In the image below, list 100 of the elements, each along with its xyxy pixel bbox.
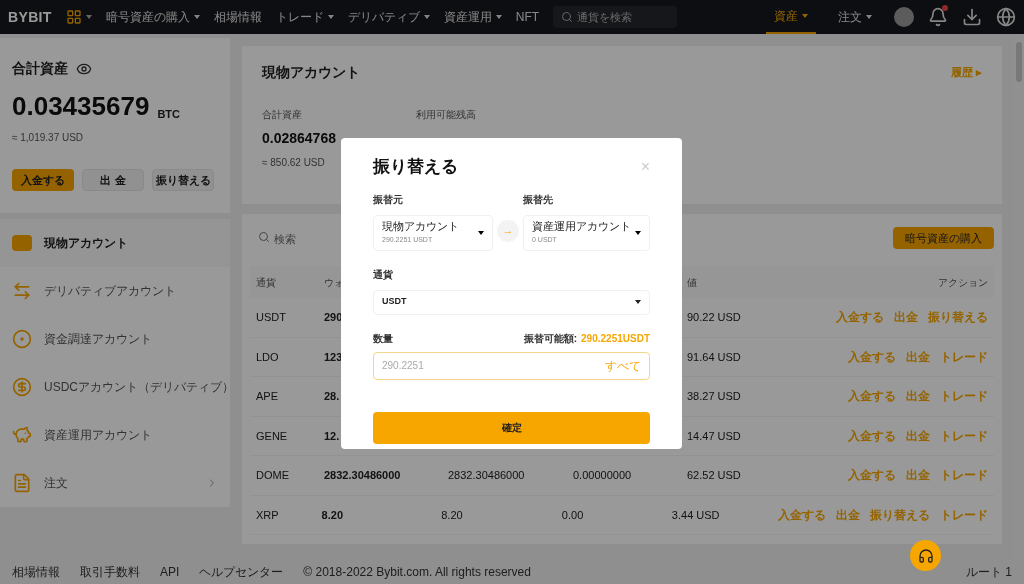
caret-icon xyxy=(85,15,92,19)
row-action-link[interactable]: 振り替える xyxy=(928,308,988,327)
sidebar-item[interactable]: 資金調達アカウント xyxy=(0,315,230,363)
sidebar-item[interactable]: 現物アカウント xyxy=(0,219,230,267)
document-icon xyxy=(12,473,32,493)
row-action-link[interactable]: 出金 xyxy=(906,347,930,366)
search-field[interactable]: 通貨を検索 xyxy=(553,6,678,28)
search-icon xyxy=(561,11,574,23)
logo[interactable]: BYBIT xyxy=(8,6,52,28)
nav-menu-item[interactable]: トレード xyxy=(275,8,334,26)
nav-menu-item[interactable]: 注文 xyxy=(830,0,880,34)
card-icon xyxy=(12,235,32,251)
buy-crypto-button[interactable]: 暗号資産の購入 xyxy=(893,227,994,249)
notification-bell-icon[interactable] xyxy=(928,7,948,27)
field-label: 振替元 xyxy=(373,192,404,207)
table-cell: 2832.30486000 xyxy=(448,469,525,481)
dollar-icon xyxy=(12,377,32,397)
sidebar-item[interactable]: 資産運用アカウント xyxy=(0,411,230,459)
row-action-link[interactable]: 入金する xyxy=(848,347,896,366)
headset-icon xyxy=(917,547,934,564)
stat-label: 利用可能残高 xyxy=(415,108,476,122)
nav-menu-item[interactable]: 暗号資産の購入 xyxy=(105,8,200,26)
row-action-link[interactable]: トレード xyxy=(940,505,988,524)
row-action-link[interactable]: 入金する xyxy=(836,308,884,327)
nav-menu-item[interactable]: 相場情報 xyxy=(213,8,262,26)
history-link[interactable]: 履歴 ▸ xyxy=(950,62,982,83)
row-action-link[interactable]: トレード xyxy=(940,466,988,485)
caret-icon xyxy=(635,300,641,304)
footer-link[interactable]: API xyxy=(160,563,180,581)
transfer-icon xyxy=(12,281,32,301)
support-chat-button[interactable] xyxy=(910,540,941,571)
account-action-button[interactable]: 出 金 xyxy=(82,169,144,191)
account-action-button[interactable]: 入金する xyxy=(12,169,74,191)
table-cell: 91.64 USD xyxy=(687,350,741,363)
table-cell: XRP xyxy=(256,508,279,521)
row-action-link[interactable]: 出金 xyxy=(906,466,930,485)
balance-unit: BTC xyxy=(157,106,180,122)
account-title: 現物アカウント xyxy=(262,63,360,82)
table-cell: 28. xyxy=(324,390,340,402)
sidebar-item[interactable]: 注文 xyxy=(0,459,230,507)
row-action-link[interactable]: 入金する xyxy=(848,426,896,445)
globe-icon[interactable] xyxy=(996,7,1016,27)
currency-select[interactable]: USDT xyxy=(373,289,650,315)
table-cell: USDT xyxy=(256,311,286,323)
caret-icon xyxy=(866,15,872,19)
caret-icon xyxy=(802,14,808,18)
usd-equivalent: ≈ 1,019.37 USD xyxy=(12,131,85,145)
total-assets-title: 合計資産 xyxy=(12,59,68,78)
sidebar-item[interactable]: デリバティブアカウント xyxy=(0,267,230,315)
table-cell: 14.47 USD xyxy=(687,429,741,442)
table-cell: GENE xyxy=(256,429,288,442)
available-amount: 290.2251USDT xyxy=(581,331,650,346)
table-cell: 62.52 USD xyxy=(687,469,741,481)
row-action-link[interactable]: 振り替える xyxy=(870,505,930,524)
row-action-link[interactable]: 入金する xyxy=(848,387,896,406)
table-cell: 12. xyxy=(324,429,340,442)
coin-icon xyxy=(12,329,32,349)
sidebar-item[interactable]: USDCアカウント（デリバティブ） xyxy=(0,363,230,411)
table-cell: 2832.30486000 xyxy=(324,469,401,481)
route-label: ルート 1 xyxy=(966,564,1012,581)
arrow-right-icon[interactable]: → xyxy=(497,219,519,242)
copyright: © 2018-2022 Bybit.com. All rights reserved xyxy=(303,564,531,581)
column-header: アクション xyxy=(938,275,988,290)
piggy-bank-icon xyxy=(12,425,32,445)
footer-link[interactable]: 相場情報 xyxy=(12,563,60,581)
column-header: 通貨 xyxy=(256,276,276,288)
nav-menu-item[interactable]: NFT xyxy=(515,8,540,26)
field-label: 数量 xyxy=(373,331,393,346)
row-action-link[interactable]: 出金 xyxy=(906,387,930,406)
download-icon[interactable] xyxy=(962,7,982,27)
nav-menu-item[interactable]: 資産 xyxy=(766,0,816,34)
field-label: 通貨 xyxy=(373,267,394,282)
row-action-link[interactable]: 出金 xyxy=(894,308,918,327)
amount-field[interactable]: 290.2251 すべて xyxy=(373,351,650,380)
table-cell: LDO xyxy=(256,350,279,363)
stat-label: 合計資産 xyxy=(262,108,303,122)
table-cell: 90.22 USD xyxy=(687,311,741,323)
footer-link[interactable]: 取引手数料 xyxy=(80,563,140,581)
apps-grid-icon[interactable] xyxy=(65,9,82,25)
row-action-link[interactable]: 出金 xyxy=(906,426,930,445)
table-cell: 8.20 xyxy=(441,508,463,521)
available-label: 振替可能額: xyxy=(523,331,578,346)
nav-menu-item[interactable]: 資産運用 xyxy=(443,8,502,26)
nav-menu-item[interactable]: デリバティブ xyxy=(347,8,430,26)
table-cell: 3.44 USD xyxy=(671,508,720,521)
row-action-link[interactable]: トレード xyxy=(940,426,988,445)
row-action-link[interactable]: 入金する xyxy=(848,466,896,485)
confirm-button[interactable]: 確定 xyxy=(373,411,650,444)
search-icon xyxy=(258,231,270,243)
table-cell: 38.27 USD xyxy=(687,390,741,402)
account-action-button[interactable]: 振り替える xyxy=(152,169,214,191)
row-action-link[interactable]: 入金する xyxy=(778,505,826,524)
row-action-link[interactable]: トレード xyxy=(940,387,988,406)
row-action-link[interactable]: 出金 xyxy=(836,505,860,524)
footer-link[interactable]: ヘルプセンター xyxy=(199,563,284,581)
avatar[interactable] xyxy=(894,7,914,27)
row-action-link[interactable]: トレード xyxy=(940,347,988,366)
table-cell: DOME xyxy=(256,469,289,481)
max-amount-button[interactable]: すべて xyxy=(605,356,641,375)
field-label: 振替先 xyxy=(523,192,554,207)
